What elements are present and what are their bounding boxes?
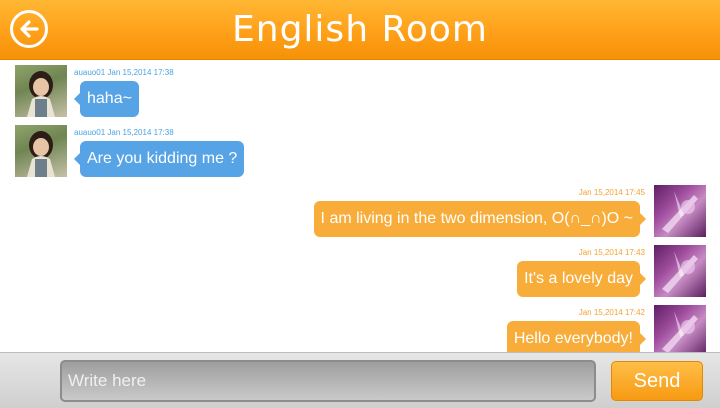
message-bubble[interactable]: Hello everybody! [506,321,647,352]
girl-avatar[interactable] [15,65,67,117]
chat-list[interactable]: auauo01 Jan 15,2014 17:38 haha~ auauo01 … [0,60,720,352]
page-title: English Room [232,9,488,50]
composer-bar: Write here Send [0,352,720,408]
message-meta: Jan 15,2014 17:43 [578,248,645,257]
message-bubble[interactable]: It's a lovely day [517,261,646,297]
message-meta: Jan 15,2014 17:45 [578,188,645,197]
message-bubble[interactable]: I am living in the two dimension, O(∩_∩)… [313,201,647,237]
message-bubble[interactable]: haha~ [74,81,139,117]
girl-avatar[interactable] [15,125,67,177]
app-header: English Room [0,0,720,60]
message-meta: auauo01 Jan 15,2014 17:38 [74,68,174,77]
message-meta: Jan 15,2014 17:42 [578,308,645,317]
message-input[interactable]: Write here [60,360,596,402]
send-button[interactable]: Send [611,361,703,401]
purple-avatar[interactable] [654,185,706,237]
purple-avatar[interactable] [654,245,706,297]
message-meta: auauo01 Jan 15,2014 17:38 [74,128,174,137]
message-bubble[interactable]: Are you kidding me ? [73,141,245,177]
purple-avatar[interactable] [654,305,706,352]
